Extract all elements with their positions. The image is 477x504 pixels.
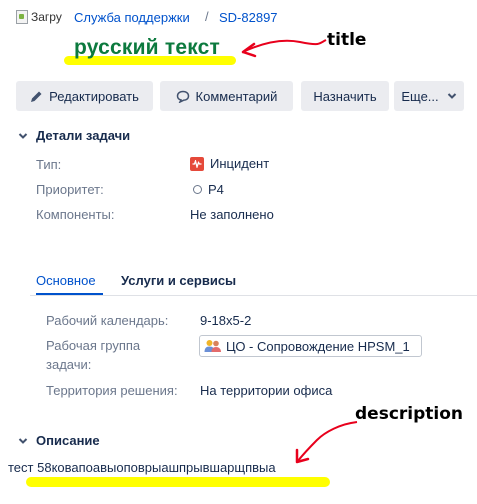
chevron-down-icon bbox=[447, 93, 456, 99]
details-section-toggle[interactable]: Детали задачи bbox=[16, 128, 130, 143]
incident-icon bbox=[190, 156, 204, 171]
comment-button[interactable]: Комментарий bbox=[160, 81, 293, 111]
active-tab-indicator bbox=[36, 293, 103, 295]
broken-image-icon: Загру bbox=[16, 10, 62, 24]
details-section-title: Детали задачи bbox=[36, 128, 131, 143]
comment-icon bbox=[176, 90, 189, 103]
chevron-down-icon bbox=[16, 129, 30, 143]
workgroup-label-line1: Рабочая группа bbox=[46, 338, 141, 353]
priority-value: P4 bbox=[193, 182, 224, 197]
title-annotation-label: title bbox=[327, 30, 367, 50]
edit-button[interactable]: Редактировать bbox=[16, 81, 153, 111]
calendar-label: Рабочий календарь: bbox=[46, 313, 169, 328]
chevron-down-icon bbox=[16, 434, 30, 448]
breadcrumb-issue-key[interactable]: SD-82897 bbox=[219, 10, 278, 25]
calendar-value: 9-18x5-2 bbox=[200, 313, 252, 328]
assign-button[interactable]: Назначить bbox=[301, 81, 389, 111]
components-label: Компоненты: bbox=[36, 207, 115, 222]
type-value: Инцидент bbox=[190, 156, 269, 171]
description-annotation-arrow bbox=[295, 421, 358, 464]
description-highlight-mark bbox=[26, 477, 330, 487]
assign-button-label: Назначить bbox=[313, 88, 377, 104]
type-label: Тип: bbox=[36, 157, 62, 172]
title-annotation-arrow bbox=[241, 39, 327, 58]
territory-value: На территории офиса bbox=[200, 383, 333, 398]
more-button-label: Еще... bbox=[401, 88, 439, 104]
breadcrumb-project-link[interactable]: Служба поддержки bbox=[74, 10, 190, 25]
description-annotation-label: description bbox=[355, 404, 464, 424]
tab-main[interactable]: Основное bbox=[36, 273, 96, 288]
type-value-text: Инцидент bbox=[210, 156, 270, 171]
priority-label: Приоритет: bbox=[36, 182, 104, 197]
comment-button-label: Комментарий bbox=[195, 88, 278, 104]
breadcrumb-separator: / bbox=[205, 9, 209, 24]
workgroup-label-line2: задачи: bbox=[46, 357, 92, 372]
broken-image-alt-text: Загру bbox=[31, 10, 62, 24]
priority-value-text: P4 bbox=[208, 182, 224, 197]
description-section-toggle[interactable]: Описание bbox=[16, 433, 100, 448]
more-dropdown-button[interactable]: Еще... bbox=[394, 81, 464, 111]
workgroup-chip-text: ЦО - Сопровождение HPSM_1 bbox=[226, 338, 410, 354]
workgroup-chip[interactable]: ЦО - Сопровождение HPSM_1 bbox=[199, 335, 422, 357]
description-section-title: Описание bbox=[36, 433, 100, 448]
tab-services[interactable]: Услуги и сервисы bbox=[121, 273, 236, 288]
description-text[interactable]: тест 58ковапоавыоповрыашпрывшарщпвыа bbox=[8, 460, 276, 475]
pencil-icon bbox=[31, 91, 42, 102]
territory-label: Территория решения: bbox=[46, 383, 178, 398]
components-value: Не заполнено bbox=[190, 207, 274, 222]
issue-title[interactable]: русский текст bbox=[74, 36, 220, 60]
edit-button-label: Редактировать bbox=[49, 88, 139, 104]
group-users-icon bbox=[204, 339, 222, 353]
priority-circle-icon bbox=[193, 185, 202, 194]
tab-bar-divider bbox=[30, 295, 477, 296]
